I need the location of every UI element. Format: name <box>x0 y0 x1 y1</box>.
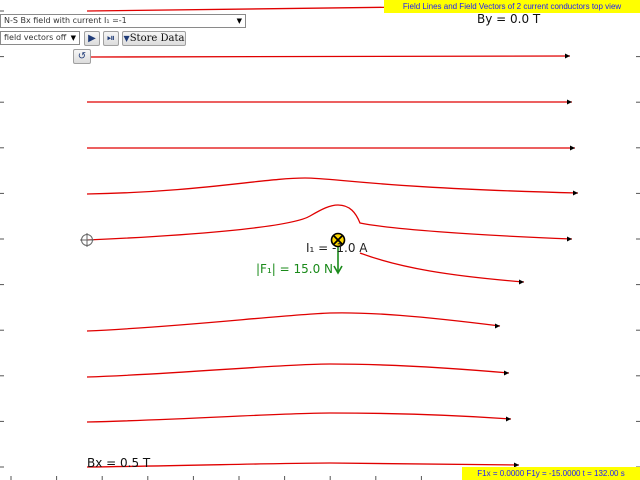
field-line <box>86 177 579 195</box>
store-data-button[interactable]: ▼Store Data <box>122 31 186 46</box>
field-line <box>86 204 573 241</box>
arrowhead-icon <box>506 416 511 422</box>
arrowhead-icon <box>573 190 578 196</box>
vector-view-select[interactable]: field vectors off ▼ <box>0 31 80 45</box>
field-line <box>86 363 510 378</box>
field-line <box>359 252 525 283</box>
reset-icon: ↺ <box>77 51 87 62</box>
current-label: I₁ = -1.0 A <box>306 241 368 255</box>
field-line <box>86 55 571 58</box>
arrowhead-icon <box>495 323 500 329</box>
arrowhead-icon <box>519 279 524 285</box>
play-icon: ▶ <box>88 33 96 44</box>
field-line <box>86 412 512 423</box>
arrowhead-icon <box>570 145 575 151</box>
field-mode-select[interactable]: N-S Bx field with current I₁ =-1 ▼ <box>0 14 246 28</box>
chevron-down-icon: ▼ <box>236 17 242 25</box>
field-mode-value: N-S Bx field with current I₁ =-1 <box>4 16 127 25</box>
target-marker-icon[interactable] <box>80 233 94 247</box>
field-line <box>86 462 520 468</box>
play-button[interactable]: ▶ <box>84 31 100 46</box>
arrowhead-icon <box>567 236 572 242</box>
arrowhead-icon <box>565 53 570 59</box>
store-data-label: Store Data <box>129 33 185 44</box>
arrowhead-icon <box>504 370 509 376</box>
simulation-canvas[interactable] <box>0 0 640 480</box>
field-lines <box>86 2 579 468</box>
by-readout: By = 0.0 T <box>477 12 541 26</box>
chevron-down-icon: ▼ <box>70 34 76 42</box>
step-button[interactable]: ⏯ <box>103 31 119 46</box>
arrowhead-icon <box>567 99 572 105</box>
bx-readout: Bx = 0.5 T <box>87 456 151 470</box>
step-icon: ⏯ <box>107 33 115 44</box>
force-label: |F₁| = 15.0 N <box>256 262 333 276</box>
vector-view-value: field vectors off <box>4 33 67 42</box>
reset-button[interactable]: ↺ <box>73 49 91 64</box>
field-line <box>86 312 501 332</box>
status-banner: F1x = 0.0000 F1y = -15.0000 t = 132.00 s <box>462 467 640 480</box>
